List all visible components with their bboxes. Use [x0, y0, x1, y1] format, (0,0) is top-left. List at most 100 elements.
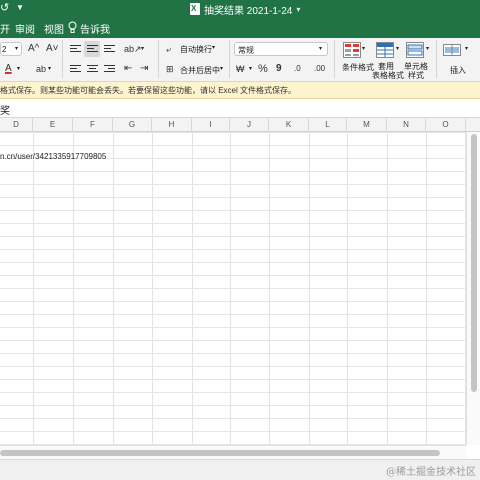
format-as-table-label-2[interactable]: 表格格式 — [372, 70, 404, 81]
align-top-icon[interactable] — [70, 45, 81, 54]
align-center-icon[interactable] — [87, 65, 98, 74]
orientation-icon[interactable]: ab↗ — [124, 43, 142, 55]
cell-url-text[interactable]: n.cn/user/3421335917709805 — [0, 152, 106, 161]
watermark-text: @稀土掘金技术社区 — [386, 467, 476, 478]
grid-row-line — [0, 301, 466, 302]
vertical-scrollbar-thumb[interactable] — [471, 134, 477, 392]
grid-row-line — [0, 210, 466, 211]
accounting-format-icon[interactable]: ₩ — [236, 63, 245, 75]
vertical-scrollbar[interactable] — [466, 132, 480, 445]
font-color-dropdown-icon[interactable]: ▾ — [17, 65, 20, 72]
merge-center-button[interactable]: 合并后居中 — [180, 65, 220, 76]
grid-row-line — [0, 418, 466, 419]
ribbon-tab-bar: 开 审阅 视图 告诉我 — [0, 18, 480, 38]
merge-center-icon: ⊞ — [166, 64, 174, 74]
column-header-L[interactable]: L — [309, 118, 347, 132]
tab-tell-me[interactable]: 告诉我 — [80, 21, 110, 36]
phonetic-icon[interactable]: ab — [36, 63, 46, 75]
separator — [436, 40, 437, 78]
tab-view[interactable]: 视图 — [44, 21, 64, 36]
cell-styles-dropdown-icon[interactable]: ▾ — [426, 45, 429, 52]
column-header-I[interactable]: I — [192, 118, 230, 132]
title-chevron-icon: ▾ — [296, 4, 301, 14]
wrap-text-button[interactable]: 自动换行 — [180, 44, 212, 55]
worksheet-grid[interactable] — [0, 132, 466, 445]
column-header-H[interactable]: H — [152, 118, 192, 132]
grid-row-line — [0, 366, 466, 367]
grid-row-line — [0, 223, 466, 224]
horizontal-scrollbar-thumb[interactable] — [0, 450, 440, 456]
column-header-G[interactable]: G — [113, 118, 152, 132]
align-bottom-icon[interactable] — [104, 45, 115, 54]
shrink-font-icon[interactable]: A˅ — [46, 43, 59, 55]
tab-review[interactable]: 审阅 — [15, 21, 35, 36]
column-header-D[interactable]: D — [0, 118, 33, 132]
insert-dropdown-icon[interactable]: ▾ — [465, 45, 468, 52]
orientation-dropdown-icon[interactable]: ▾ — [141, 45, 144, 52]
quick-access-more-icon[interactable]: ▼ — [16, 3, 24, 13]
document-title: 抽奖结果 2021-1-24 — [204, 5, 293, 17]
grid-row-line — [0, 379, 466, 380]
conditional-format-icon[interactable] — [343, 42, 361, 58]
grid-row-line — [0, 145, 466, 146]
grid-row-line — [0, 236, 466, 237]
percent-style-icon[interactable]: % — [258, 63, 268, 75]
increase-decimal-icon[interactable]: .0 — [294, 63, 301, 75]
font-size-select[interactable]: 2 ▾ — [0, 42, 22, 56]
chevron-down-icon: ▾ — [319, 46, 323, 52]
format-as-table-dropdown-icon[interactable]: ▾ — [396, 45, 399, 52]
conditional-format-dropdown-icon[interactable]: ▾ — [362, 45, 365, 52]
grid-row-line — [0, 288, 466, 289]
grid-row-line — [0, 262, 466, 263]
horizontal-scrollbar[interactable] — [0, 445, 466, 459]
insert-cells-icon[interactable] — [443, 42, 463, 58]
grid-row-line — [0, 197, 466, 198]
phonetic-dropdown-icon[interactable]: ▾ — [48, 65, 51, 72]
align-right-icon[interactable] — [104, 65, 115, 74]
grid-row-line — [0, 249, 466, 250]
chevron-down-icon: ▾ — [15, 46, 19, 52]
insert-label[interactable]: 插入 — [450, 65, 466, 76]
align-middle-icon — [87, 45, 98, 54]
tab-start[interactable]: 开 — [0, 21, 10, 36]
comma-style-icon[interactable]: 9 — [276, 63, 282, 75]
column-header-E[interactable]: E — [33, 118, 73, 132]
grid-row-line — [0, 340, 466, 341]
column-header-J[interactable]: J — [230, 118, 269, 132]
column-header-F[interactable]: F — [73, 118, 113, 132]
separator — [158, 40, 159, 78]
font-color-icon[interactable]: A — [5, 63, 12, 75]
document-title-group[interactable]: 抽奖结果 2021-1-24 ▾ — [190, 0, 300, 18]
cell-styles-icon[interactable] — [406, 42, 424, 58]
decrease-decimal-icon[interactable]: .00 — [314, 63, 325, 75]
grid-row-line — [0, 132, 466, 133]
column-header-K[interactable]: K — [269, 118, 309, 132]
format-as-table-icon[interactable] — [376, 42, 394, 58]
lightbulb-icon — [68, 21, 77, 33]
wrap-text-dropdown-icon[interactable]: ▾ — [212, 44, 215, 51]
column-header-O[interactable]: O — [426, 118, 466, 132]
column-header-M[interactable]: M — [347, 118, 387, 132]
formula-bar-value[interactable]: 奖 — [0, 102, 10, 117]
compatibility-info-bar: 格式保存。则某些功能可能会丢失。若要保留这些功能，请以 Excel 文件格式保存… — [0, 82, 480, 99]
formula-bar[interactable]: 奖 — [0, 99, 480, 118]
grid-row-line — [0, 431, 466, 432]
merge-center-dropdown-icon[interactable]: ▾ — [220, 65, 223, 72]
grow-font-icon[interactable]: A^ — [28, 43, 39, 55]
wrap-text-icon: ⤶ — [166, 44, 172, 54]
column-header-N[interactable]: N — [387, 118, 426, 132]
grid-row-line — [0, 314, 466, 315]
grid-row-line — [0, 392, 466, 393]
separator — [334, 40, 335, 78]
undo-icon[interactable]: ↺ — [0, 2, 12, 14]
align-left-icon[interactable] — [70, 65, 81, 74]
accounting-dropdown-icon[interactable]: ▾ — [249, 65, 252, 72]
ribbon-toolbar: 2 ▾ A^ A˅ A ▾ ab ▾ ab↗ ▾ ⇤ ⇥ ⤶ 自动换行 ▾ ⊞ … — [0, 38, 480, 82]
number-format-select[interactable]: 常规 ▾ — [234, 42, 328, 56]
decrease-indent-icon[interactable]: ⇤ — [124, 63, 132, 75]
increase-indent-icon[interactable]: ⇥ — [140, 63, 148, 75]
separator — [62, 40, 63, 78]
separator — [229, 40, 230, 78]
cell-styles-label-2[interactable]: 样式 — [408, 70, 424, 81]
conditional-format-label[interactable]: 条件格式 — [342, 62, 374, 73]
